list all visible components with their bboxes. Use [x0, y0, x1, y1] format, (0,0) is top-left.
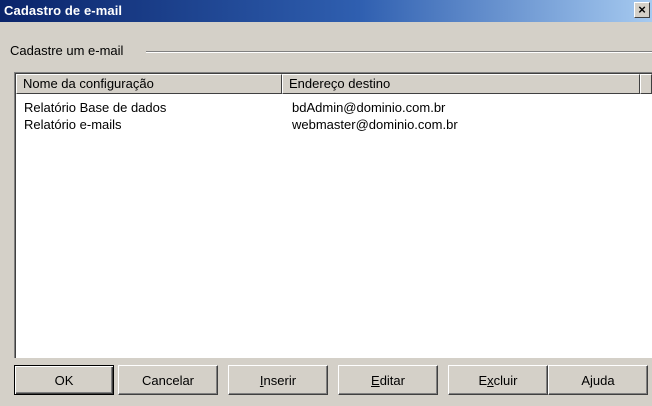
- edit-button[interactable]: Editar: [338, 365, 438, 395]
- title-bar[interactable]: Cadastro de e-mail ×: [0, 0, 652, 22]
- list-item-address: webmaster@dominio.com.br: [292, 117, 458, 132]
- window-title: Cadastro de e-mail: [4, 3, 123, 18]
- ok-button[interactable]: OK: [14, 365, 114, 395]
- list-header: Nome da configuração Endereço destino: [16, 74, 652, 94]
- list-item-address: bdAdmin@dominio.com.br: [292, 100, 446, 115]
- list-item[interactable]: Relatório e-mails webmaster@dominio.com.…: [16, 117, 652, 133]
- help-button[interactable]: Ajuda: [548, 365, 648, 395]
- list-item-name: Relatório e-mails: [24, 117, 122, 132]
- delete-button[interactable]: Excluir: [448, 365, 548, 395]
- group-divider: [146, 51, 652, 53]
- button-bar: OK Cancelar Inserir Editar Excluir Ajuda: [0, 359, 652, 406]
- group-label: Cadastre um e-mail: [10, 43, 124, 58]
- column-header-name[interactable]: Nome da configuração: [16, 74, 282, 94]
- column-header-filler: [640, 74, 652, 94]
- list-item[interactable]: Relatório Base de dados bdAdmin@dominio.…: [16, 100, 652, 116]
- column-header-address[interactable]: Endereço destino: [282, 74, 640, 94]
- email-list-view[interactable]: Nome da configuração Endereço destino Re…: [14, 72, 652, 358]
- list-item-name: Relatório Base de dados: [24, 100, 167, 115]
- cancel-button[interactable]: Cancelar: [118, 365, 218, 395]
- close-icon[interactable]: ×: [634, 2, 650, 18]
- insert-button[interactable]: Inserir: [228, 365, 328, 395]
